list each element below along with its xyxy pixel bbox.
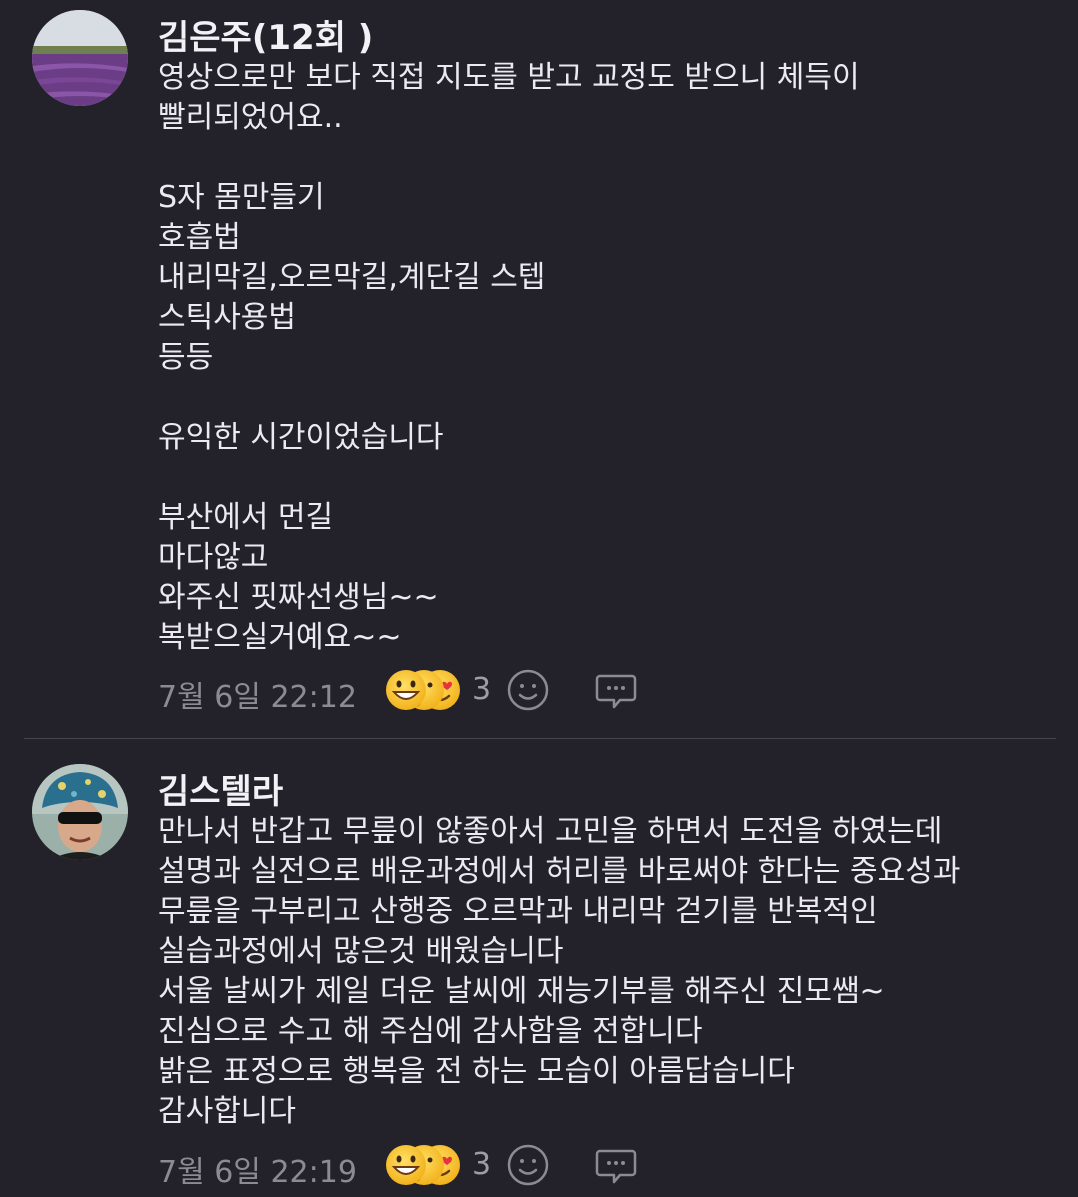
comment-author[interactable]: 김은주(12회 ) [158,10,373,59]
comment-text: 만나서 반갑고 무릎이 않좋아서 고민을 하면서 도전을 하였는데 설명과 실전… [158,814,961,1129]
avatar[interactable] [32,764,128,860]
add-reaction-smiley-icon[interactable] [506,668,550,712]
comment-author[interactable]: 김스텔라 [158,764,283,813]
grinning-face-icon [386,670,426,710]
reaction-summary[interactable] [384,666,464,714]
comment-timestamp: 7월 6일 22:19 [158,1155,357,1190]
reply-comment-icon[interactable] [594,668,638,712]
reply-comment-icon[interactable] [594,1143,638,1187]
reaction-count: 3 [472,1147,492,1182]
comment-timestamp: 7월 6일 22:12 [158,680,357,715]
avatar[interactable] [32,10,128,106]
comment-meta: 7월 6일 22:12 3 [158,666,678,715]
comment-text: 영상으로만 보다 직접 지도를 받고 교정도 받으니 체득이 빨리되었어요.. … [158,60,860,655]
comment-meta: 7월 6일 22:19 3 [158,1141,678,1190]
reaction-count: 3 [472,672,492,707]
reaction-summary[interactable] [384,1141,464,1189]
comment-item: 김스텔라 만나서 반갑고 무릎이 않좋아서 고민을 하면서 도전을 하였는데 설… [0,739,1078,1197]
grinning-face-icon [386,1145,426,1185]
comment-item: 김은주(12회 ) 영상으로만 보다 직접 지도를 받고 교정도 받으니 체득이… [0,0,1078,738]
add-reaction-smiley-icon[interactable] [506,1143,550,1187]
